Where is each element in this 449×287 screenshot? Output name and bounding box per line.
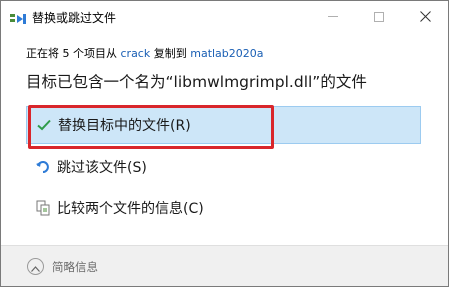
progress-prefix: 正在将 5 个项目从: [26, 47, 117, 60]
dialog-footer: 简略信息: [1, 245, 448, 286]
compare-files-label: 比较两个文件的信息(C): [57, 201, 204, 217]
compare-files-option[interactable]: 比较两个文件的信息(C): [26, 189, 421, 227]
progress-middle: 复制到: [153, 47, 187, 60]
skip-arrow-icon: [35, 159, 51, 175]
conflict-heading: 目标已包含一个名为“libmwlmgrimpl.dll”的文件: [26, 73, 367, 91]
maximize-button[interactable]: [356, 1, 402, 32]
title-bar: 替换或跳过文件: [1, 1, 448, 32]
less-details-toggle[interactable]: [27, 258, 44, 275]
source-folder-link[interactable]: crack: [121, 47, 151, 60]
move-files-icon: [10, 10, 26, 24]
skip-file-option[interactable]: 跳过该文件(S): [26, 148, 421, 186]
minimize-icon: [328, 16, 338, 17]
replace-file-option[interactable]: 替换目标中的文件(R): [26, 106, 421, 144]
chevron-up-icon: [31, 257, 40, 276]
destination-folder-link[interactable]: matlab2020a: [190, 47, 263, 60]
maximize-icon: [374, 11, 384, 22]
skip-file-label: 跳过该文件(S): [57, 160, 147, 176]
window-title: 替换或跳过文件: [32, 11, 117, 25]
replace-or-skip-dialog: 替换或跳过文件 正在将 5 个项目从 crack 复制到 matlab2020a…: [0, 0, 449, 287]
minimize-button[interactable]: [310, 1, 356, 32]
copy-progress-text: 正在将 5 个项目从 crack 复制到 matlab2020a: [26, 45, 264, 61]
less-details-label[interactable]: 简略信息: [52, 259, 98, 275]
checkmark-icon: [36, 117, 52, 133]
compare-files-icon: [35, 200, 51, 216]
close-icon: [419, 7, 431, 26]
close-button[interactable]: [402, 1, 448, 32]
replace-file-label: 替换目标中的文件(R): [58, 118, 191, 134]
